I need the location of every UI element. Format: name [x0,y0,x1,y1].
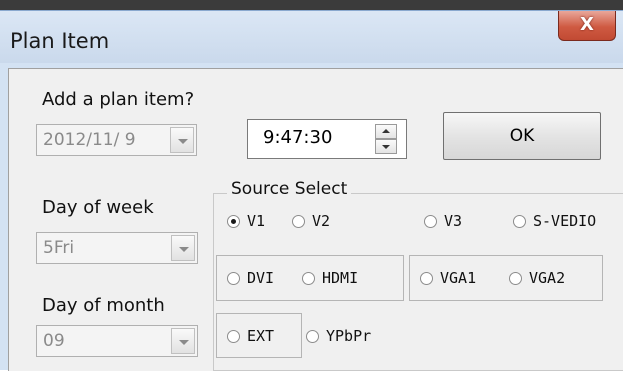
close-icon: X [580,14,594,35]
radio-v1-label: V1 [247,212,266,230]
radio-ext[interactable]: EXT [227,327,274,345]
radio-button-icon [227,329,240,343]
radio-vga2-label: VGA2 [529,269,566,287]
time-value: 9:47:30 [263,127,333,148]
radio-v2-label: V2 [312,212,331,230]
radio-v3[interactable]: V3 [424,212,462,230]
ok-button-label: OK [509,126,535,146]
arrow-up-icon[interactable] [375,124,397,139]
radio-button-icon [420,271,433,285]
radio-hdmi-label: HDMI [322,269,359,287]
radio-v1[interactable]: V1 [227,212,265,230]
background-strip [0,0,623,10]
radio-button-icon [292,214,305,228]
day-of-week-label: Day of week [42,197,154,218]
radio-dvi[interactable]: DVI [227,269,274,287]
close-button[interactable]: X [558,11,616,41]
day-of-week-value: 5Fri [43,238,75,258]
radio-vga2[interactable]: VGA2 [509,269,565,287]
dialog-client-area: Add a plan item? 2012/11/ 9 9:47:30 OK D… [8,68,623,371]
radio-v2[interactable]: V2 [292,212,330,230]
date-value: 2012/11/ 9 [43,130,136,150]
title-bar: Plan Item X [0,11,623,63]
source-select-title: Source Select [227,179,352,199]
time-spinner[interactable] [375,124,397,154]
radio-button-icon [509,271,522,285]
radio-button-icon [513,214,526,228]
day-of-month-select[interactable]: 09 [36,325,198,357]
radio-s-vedio[interactable]: S-VEDIO [513,212,596,230]
chevron-down-icon[interactable] [170,127,194,153]
plan-item-dialog: Plan Item X Add a plan item? 2012/11/ 9 … [0,10,623,371]
chevron-down-icon[interactable] [171,235,195,261]
radio-button-icon [424,214,437,228]
arrow-down-icon[interactable] [375,139,397,154]
add-plan-item-label: Add a plan item? [42,89,195,110]
radio-hdmi[interactable]: HDMI [302,269,358,287]
day-of-month-label: Day of month [42,295,165,316]
radio-dvi-label: DVI [247,269,275,287]
chevron-down-icon[interactable] [171,328,195,354]
radio-vga1-label: VGA1 [440,269,477,287]
day-of-week-select[interactable]: 5Fri [36,232,198,264]
radio-ext-label: EXT [247,327,275,345]
radio-button-icon [306,329,319,343]
radio-button-icon [227,271,240,285]
radio-s-vedio-label: S-VEDIO [533,212,597,230]
radio-ypbpr-label: YPbPr [326,327,372,345]
date-picker[interactable]: 2012/11/ 9 [36,124,197,156]
radio-vga1[interactable]: VGA1 [420,269,476,287]
time-picker[interactable]: 9:47:30 [247,119,407,159]
radio-button-icon [302,271,315,285]
radio-ypbpr[interactable]: YPbPr [306,327,371,345]
day-of-month-value: 09 [43,331,65,351]
radio-button-icon [227,214,240,228]
radio-v3-label: V3 [444,212,463,230]
window-title: Plan Item [10,29,110,53]
ok-button[interactable]: OK [443,112,601,160]
